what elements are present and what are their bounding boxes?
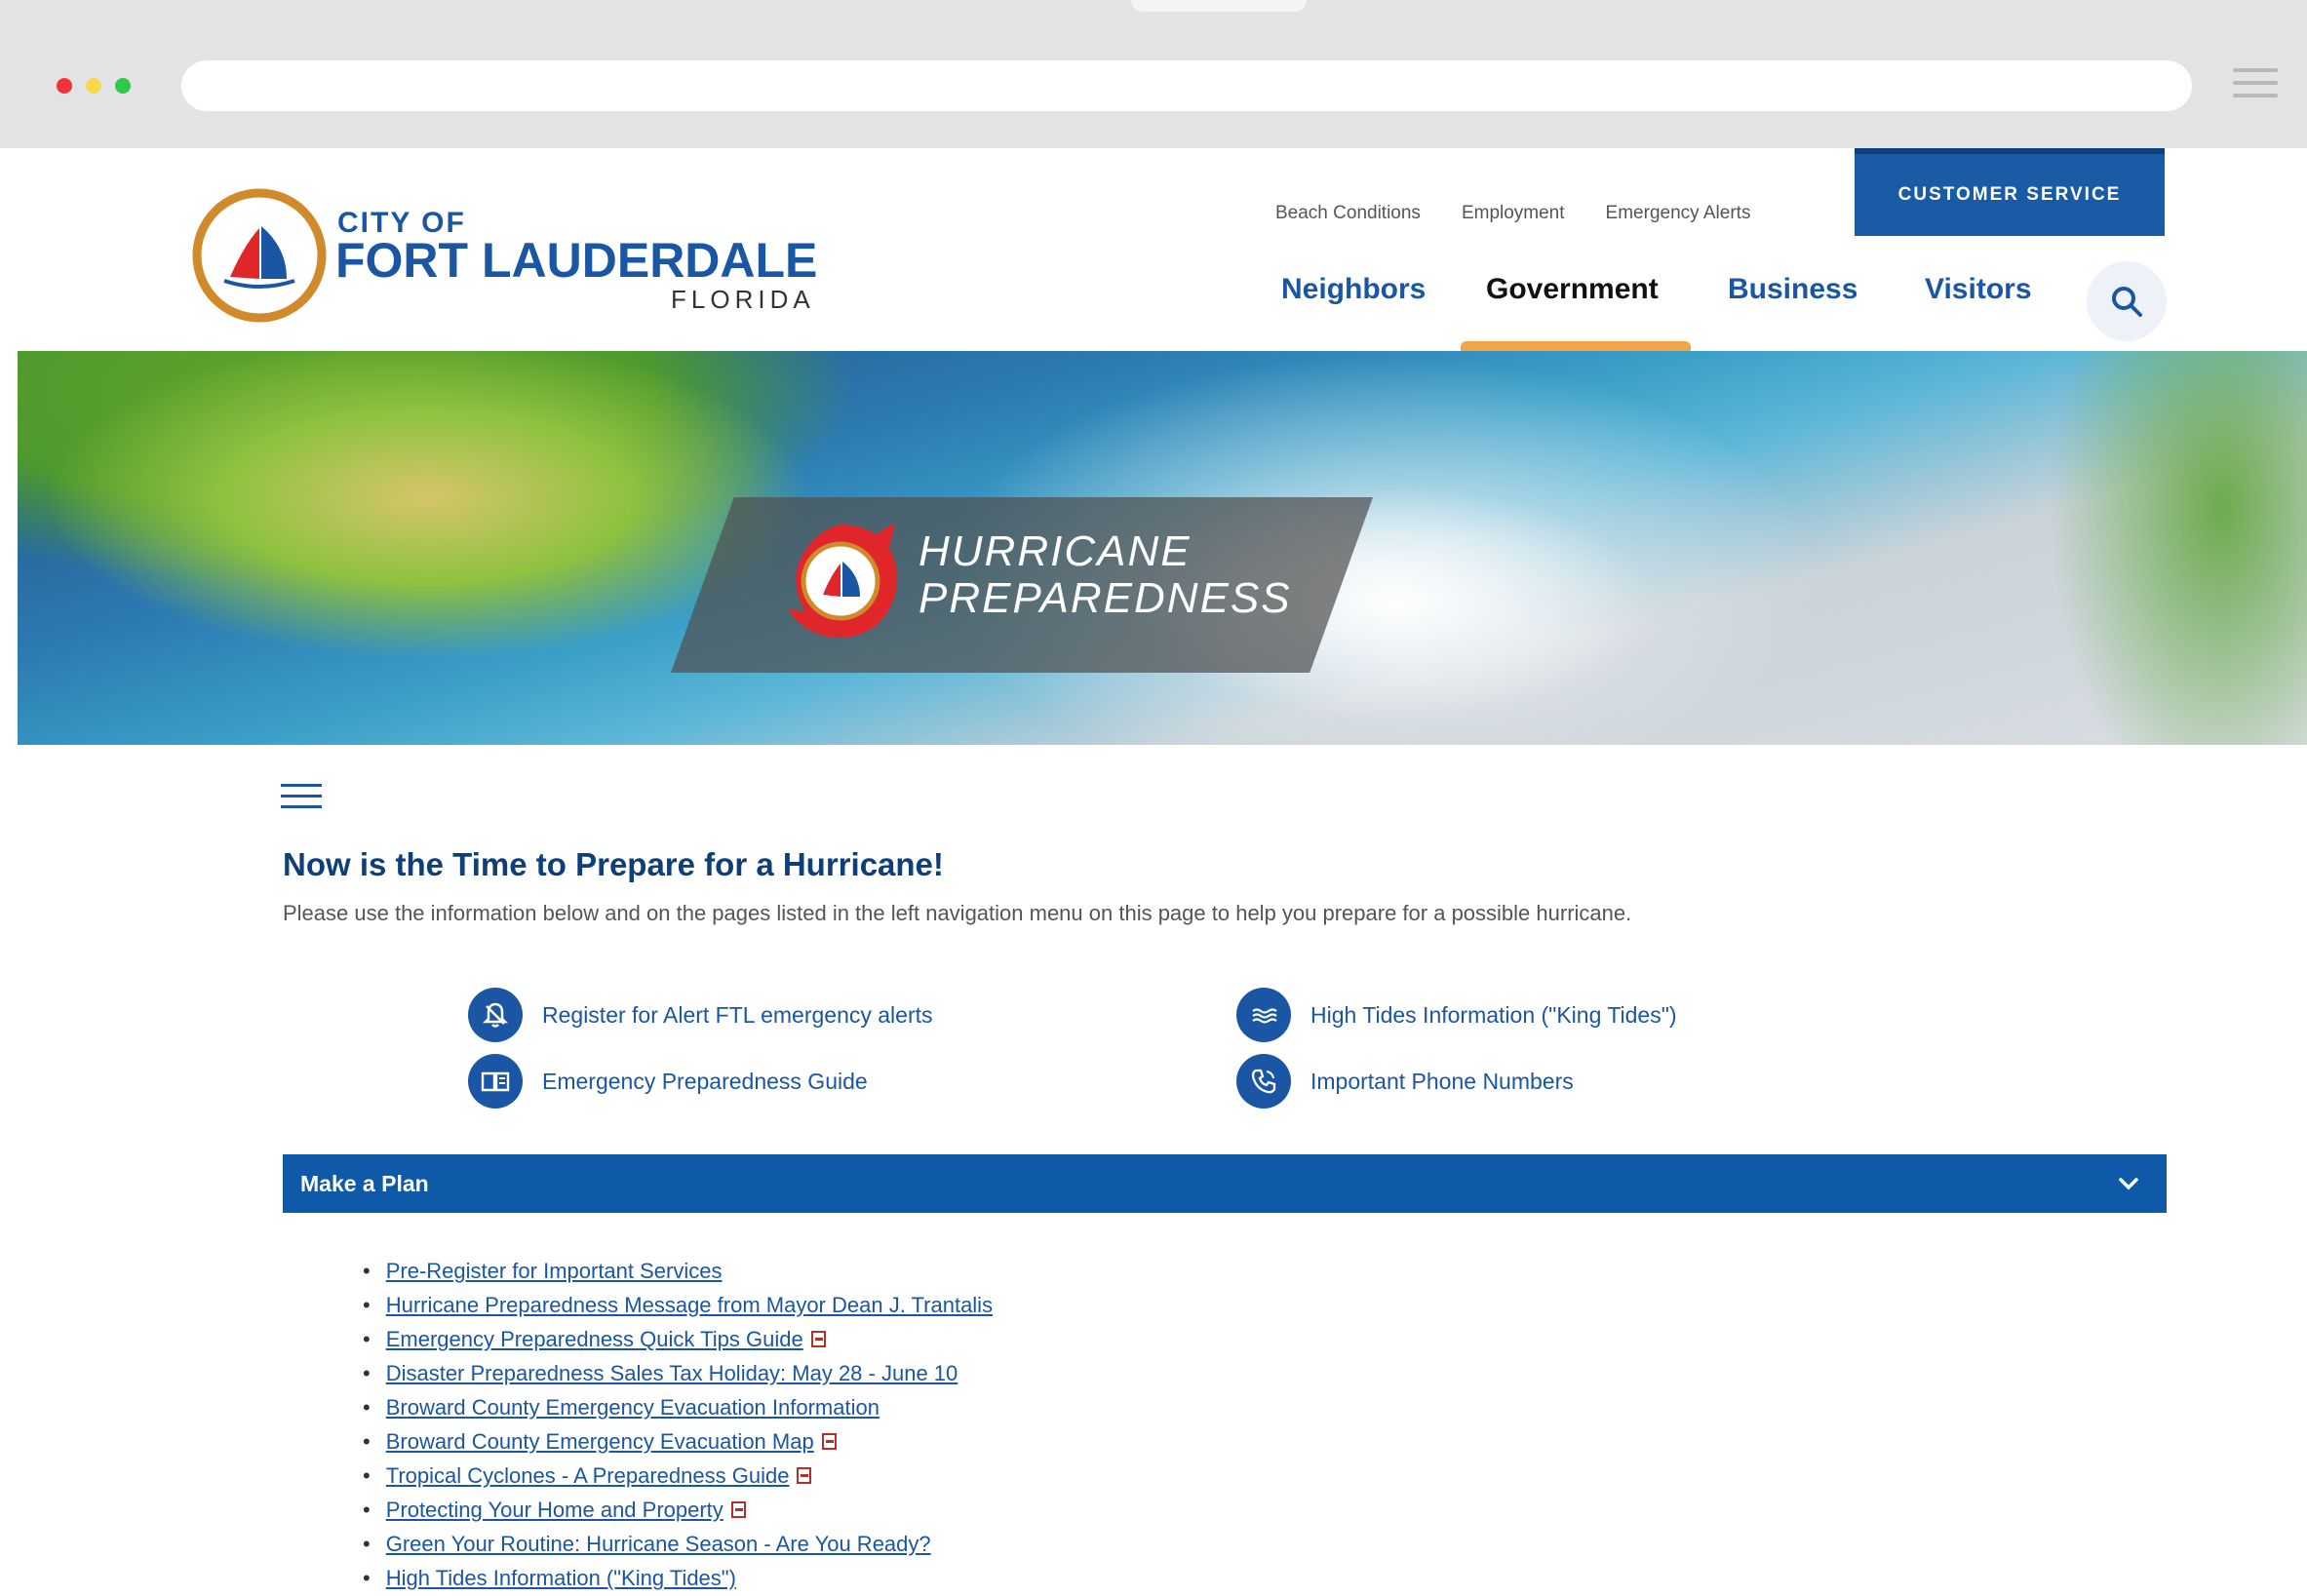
site-logo[interactable]: CITY OF FORT LAUDERDALE FLORIDA (191, 187, 825, 333)
address-bar[interactable] (181, 60, 2192, 111)
quick-link-label: Register for Alert FTL emergency alerts (542, 1001, 933, 1028)
city-seal-icon (192, 188, 327, 323)
list-item: Emergency Preparedness Quick Tips Guide (363, 1322, 993, 1356)
quick-link-phone-numbers[interactable]: Important Phone Numbers (1236, 1053, 1574, 1109)
list-item: Hurricane Preparedness Message from Mayo… (363, 1288, 993, 1322)
hurricane-emblem-icon (788, 523, 898, 638)
list-item: Green Your Routine: Hurricane Season - A… (363, 1527, 993, 1561)
list-item: High Tides Information ("King Tides") (363, 1561, 993, 1595)
logo-state: FLORIDA (671, 285, 815, 314)
nav-government[interactable]: Government (1486, 273, 1659, 306)
page-title: Now is the Time to Prepare for a Hurrica… (283, 846, 944, 882)
pdf-icon (810, 1331, 826, 1347)
window-minimize-dot[interactable] (86, 78, 101, 94)
logo-city-name: FORT LAUDERDALE (335, 233, 818, 288)
nav-visitors[interactable]: Visitors (1925, 273, 2032, 306)
nav-business[interactable]: Business (1728, 273, 1857, 306)
plan-link[interactable]: Broward County Emergency Evacuation Info… (386, 1390, 880, 1424)
list-item: Broward County Emergency Evacuation Map (363, 1424, 993, 1459)
waves-icon (1236, 988, 1291, 1042)
nav-neighbors[interactable]: Neighbors (1281, 273, 1426, 306)
quick-link-alert-ftl[interactable]: Register for Alert FTL emergency alerts (468, 987, 933, 1043)
browser-chrome (0, 0, 2307, 148)
search-button[interactable] (2087, 261, 2167, 341)
quick-link-label: Important Phone Numbers (1310, 1068, 1574, 1094)
list-item: Pre-Register for Important Services (363, 1254, 993, 1288)
utility-links: Beach Conditions Employment Emergency Al… (1275, 203, 1750, 224)
plan-link[interactable]: Pre-Register for Important Services (386, 1254, 723, 1288)
plan-link[interactable]: Disaster Preparedness Sales Tax Holiday:… (386, 1356, 958, 1390)
make-a-plan-links: Pre-Register for Important Services Hurr… (363, 1254, 993, 1595)
list-item: Protecting Your Home and Property (363, 1493, 993, 1527)
hero-title-line1: HURRICANE (919, 527, 1192, 575)
util-link-beach-conditions[interactable]: Beach Conditions (1275, 203, 1421, 224)
list-item: Broward County Emergency Evacuation Info… (363, 1390, 993, 1424)
book-icon (468, 1054, 523, 1109)
util-link-emergency-alerts[interactable]: Emergency Alerts (1606, 203, 1751, 224)
plan-link[interactable]: Hurricane Preparedness Message from Mayo… (386, 1288, 993, 1322)
customer-service-button[interactable]: CUSTOMER SERVICE (1855, 148, 2165, 236)
hero-title-line2: PREPAREDNESS (919, 574, 1292, 622)
plan-link[interactable]: Protecting Your Home and Property (386, 1493, 723, 1527)
pdf-icon (821, 1433, 837, 1450)
accordion-title: Make a Plan (300, 1170, 429, 1196)
quick-link-label: High Tides Information ("King Tides") (1310, 1001, 1677, 1028)
plan-link[interactable]: High Tides Information ("King Tides") (386, 1561, 736, 1595)
search-icon (2112, 287, 2142, 317)
hero-banner: HURRICANE PREPAREDNESS (18, 351, 2307, 745)
hero-title: HURRICANE PREPAREDNESS (919, 528, 1292, 622)
active-nav-indicator (1461, 341, 1691, 351)
web-page: CITY OF FORT LAUDERDALE FLORIDA Beach Co… (18, 148, 2307, 1596)
plan-link[interactable]: Emergency Preparedness Quick Tips Guide (386, 1322, 803, 1356)
left-nav-menu-icon[interactable] (281, 784, 322, 813)
list-item: Disaster Preparedness Sales Tax Holiday:… (363, 1356, 993, 1390)
page-intro: Please use the information below and on … (283, 901, 1632, 925)
window-close-dot[interactable] (57, 78, 72, 94)
alert-bell-icon (468, 988, 523, 1042)
quick-link-label: Emergency Preparedness Guide (542, 1068, 868, 1094)
pdf-icon (730, 1501, 746, 1518)
window-maximize-dot[interactable] (115, 78, 131, 94)
plan-link[interactable]: Broward County Emergency Evacuation Map (386, 1424, 814, 1459)
browser-notch (1131, 0, 1307, 12)
plan-link[interactable]: Green Your Routine: Hurricane Season - A… (386, 1527, 931, 1561)
quick-link-high-tides[interactable]: High Tides Information ("King Tides") (1236, 987, 1677, 1043)
pdf-icon (797, 1467, 812, 1484)
quick-link-preparedness-guide[interactable]: Emergency Preparedness Guide (468, 1053, 868, 1109)
make-a-plan-accordion[interactable]: Make a Plan (283, 1154, 2167, 1213)
chevron-down-icon (2119, 1178, 2138, 1190)
util-link-employment[interactable]: Employment (1462, 203, 1565, 224)
plan-link[interactable]: Tropical Cyclones - A Preparedness Guide (386, 1459, 790, 1493)
phone-icon (1236, 1054, 1291, 1109)
browser-menu-icon[interactable] (2233, 68, 2278, 101)
list-item: Tropical Cyclones - A Preparedness Guide (363, 1459, 993, 1493)
